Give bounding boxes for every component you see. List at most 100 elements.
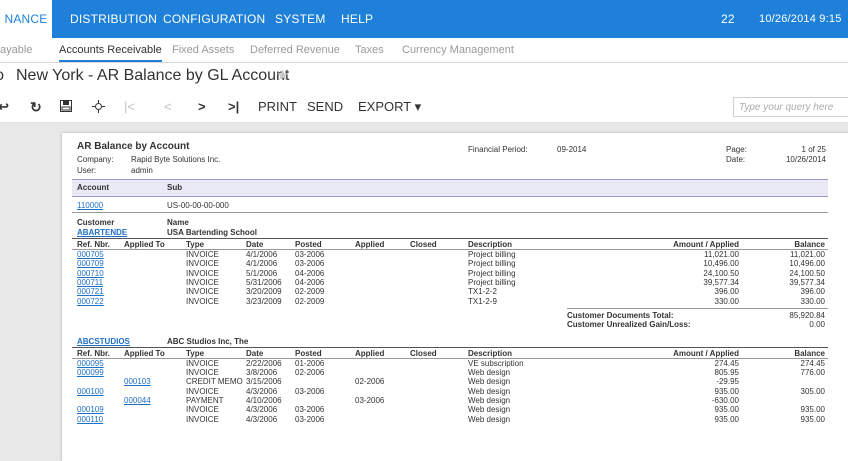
parameters-icon[interactable] (92, 92, 105, 122)
cell-posted: 03-2006 (295, 386, 325, 396)
page-value: 1 of 25 (801, 145, 826, 154)
tab-currency-management[interactable]: Currency Management (402, 38, 514, 62)
sub-account-value: US-00-00-00-000 (167, 201, 229, 210)
tab-accounts-receivable[interactable]: Accounts Receivable (59, 38, 162, 62)
notification-count[interactable]: 22 (721, 0, 735, 38)
cell-ref[interactable]: 000705 (77, 250, 104, 259)
cell-balance: 10,496.00 (789, 259, 825, 269)
nav-finance[interactable]: NANCE (0, 0, 52, 38)
save-icon[interactable] (60, 92, 72, 122)
cell-posted: 03-2006 (295, 259, 325, 269)
account-link[interactable]: 110000 (77, 201, 103, 210)
cell-balance: 11,021.00 (790, 250, 825, 259)
cell-date: 4/3/2006 (246, 386, 278, 396)
cell-ref[interactable]: 000109 (77, 405, 104, 414)
cell-date: 4/3/2006 (246, 405, 278, 415)
unrealized-gain-value: 0.00 (809, 319, 825, 329)
cell-amount: 935.00 (714, 414, 739, 424)
cell-ref[interactable]: 000099 (77, 368, 104, 377)
cell-applied-to[interactable]: 000044 (124, 396, 151, 405)
cell-desc: Web design (468, 386, 511, 396)
column-header-balance: Balance (794, 348, 825, 358)
tab-taxes[interactable]: Taxes (355, 38, 384, 62)
next-page-icon[interactable]: > (198, 92, 206, 122)
cell-ref[interactable]: 000722 (77, 297, 104, 306)
cell-amount: -630.00 (711, 396, 739, 405)
documents-total-value: 85,920.84 (789, 310, 825, 320)
cell-desc: Project billing (468, 259, 516, 269)
total-divider (567, 307, 828, 309)
section-divider (72, 346, 828, 348)
column-header-closed: Closed (410, 348, 437, 358)
previous-icon[interactable]: ↩ (0, 92, 9, 122)
cell-ref[interactable]: 000100 (77, 387, 104, 396)
cell-date: 4/1/2006 (246, 250, 278, 259)
nav-help[interactable]: HELP (341, 0, 373, 38)
column-header-applied: Applied (355, 240, 385, 249)
cell-date: 4/10/2006 (246, 396, 282, 405)
cell-ref[interactable]: 000709 (77, 259, 104, 268)
send-button[interactable]: SEND (307, 92, 343, 122)
customer-column-header: Customer (77, 218, 115, 227)
account-header-band (72, 179, 828, 197)
cell-ref[interactable]: 000721 (77, 287, 104, 296)
cell-type: INVOICE (186, 277, 219, 287)
favorite-star-icon[interactable]: ★ (276, 66, 289, 84)
page-header: ɔ New York - AR Balance by GL Account ★ (0, 63, 848, 91)
cell-date: 3/20/2009 (246, 287, 282, 297)
top-navigation-bar: NANCE DISTRIBUTION CONFIGURATION SYSTEM … (0, 0, 848, 63)
customer-id-link[interactable]: ABARTENDE (77, 228, 127, 237)
cell-applied: 02-2006 (355, 377, 385, 387)
customer-name: ABC Studios Inc, The (167, 336, 249, 346)
tab-accounts-payable[interactable]: ayable (0, 38, 32, 62)
cell-amount: 396.00 (714, 287, 739, 297)
cell-posted: 04-2006 (295, 268, 325, 278)
back-icon[interactable]: ɔ (0, 67, 4, 85)
search-input[interactable]: Type your query here (733, 97, 848, 117)
name-column-header: Name (167, 218, 189, 227)
cell-amount: 10,496.00 (703, 259, 739, 269)
export-button[interactable]: EXPORT ▾ (358, 92, 421, 122)
cell-date: 3/15/2006 (246, 377, 282, 387)
column-header-type: Type (186, 348, 205, 358)
report-toolbar: ↩ ↻ |< < > >| PRINT SEND EXPORT ▾ Type y… (0, 92, 848, 123)
tab-fixed-assets[interactable]: Fixed Assets (172, 38, 234, 62)
nav-distribution[interactable]: DISTRIBUTION (70, 0, 157, 38)
cell-ref[interactable]: 000110 (77, 415, 103, 424)
cell-posted: 02-2006 (295, 368, 325, 378)
cell-amount: -29.95 (716, 377, 739, 387)
nav-configuration[interactable]: CONFIGURATION (163, 0, 265, 38)
column-header-description: Description (468, 348, 513, 358)
column-header-applied: Applied (355, 348, 385, 358)
user-value: admin (131, 166, 153, 175)
cell-posted: 02-2009 (295, 287, 325, 297)
cell-balance: 776.00 (800, 368, 825, 378)
last-page-icon[interactable]: >| (228, 92, 239, 122)
current-datetime: 10/26/2014 9:15 P (759, 13, 842, 63)
cell-amount: 39,577.34 (703, 277, 739, 287)
refresh-icon[interactable]: ↻ (30, 92, 42, 122)
first-page-icon[interactable]: |< (124, 92, 135, 122)
cell-ref[interactable]: 000710 (77, 269, 104, 278)
cell-balance: 305.00 (800, 386, 825, 396)
cell-ref[interactable]: 000095 (77, 359, 104, 368)
cell-date: 3/8/2006 (246, 368, 278, 378)
date-label: Date: (726, 155, 746, 164)
cell-applied-to[interactable]: 000103 (124, 377, 151, 386)
nav-system[interactable]: SYSTEM (275, 0, 326, 38)
user-label: User: (77, 166, 97, 175)
previous-page-icon[interactable]: < (164, 92, 172, 122)
tab-deferred-revenue[interactable]: Deferred Revenue (250, 38, 340, 62)
column-header-applied-to: Applied To (124, 348, 165, 358)
cell-desc: Web design (468, 396, 511, 405)
cell-type: INVOICE (186, 268, 219, 278)
print-button[interactable]: PRINT (258, 92, 297, 122)
cell-type: CREDIT MEMO (186, 377, 243, 387)
cell-type: INVOICE (186, 259, 219, 269)
page-label: Page: (726, 145, 747, 154)
customer-id-link[interactable]: ABCSTUDIOS (77, 337, 130, 346)
cell-ref[interactable]: 000711 (77, 278, 103, 287)
column-header-description: Description (468, 240, 513, 249)
cell-date: 3/23/2009 (246, 296, 282, 306)
module-tabs: ayable Accounts Receivable Fixed Assets … (0, 38, 848, 63)
